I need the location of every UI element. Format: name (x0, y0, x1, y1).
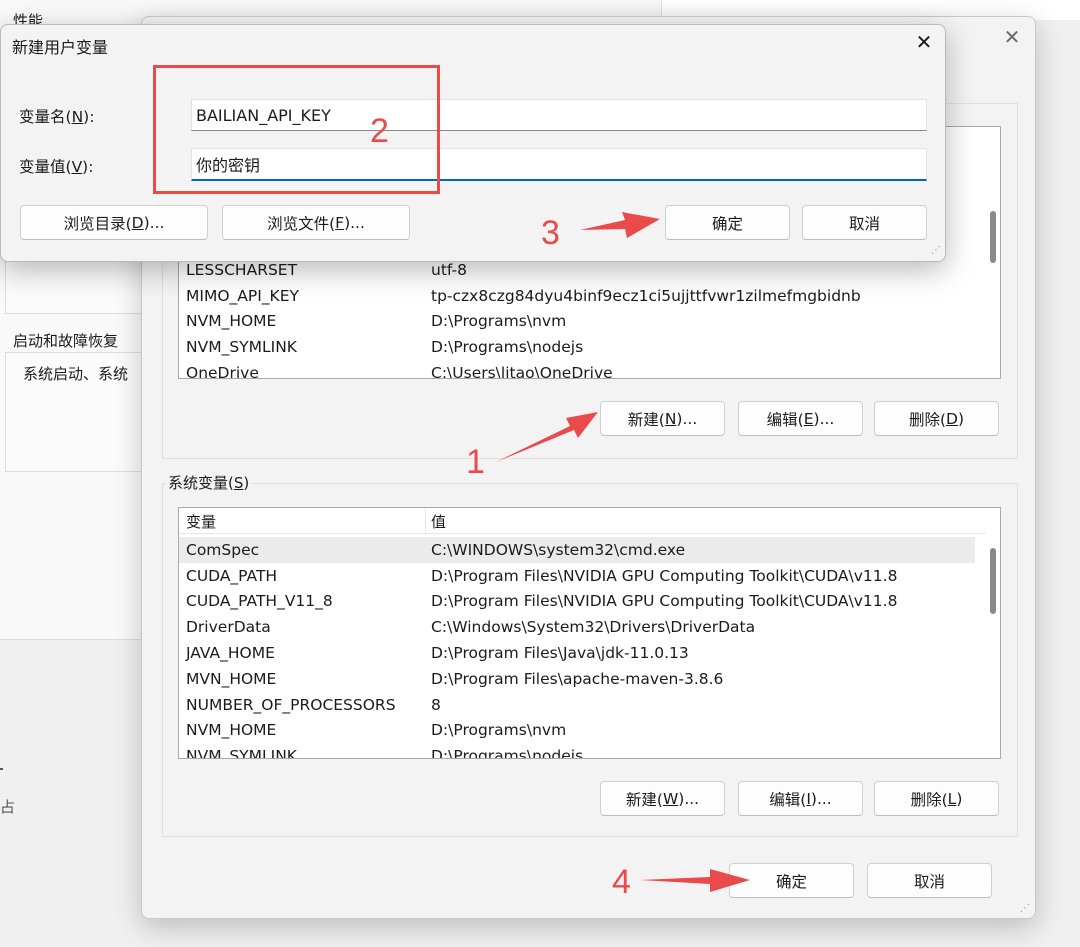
arrow-icon (496, 412, 598, 462)
arrow-icon (640, 869, 750, 892)
arrow-icon (580, 212, 660, 238)
annotation-arrows (496, 212, 750, 892)
